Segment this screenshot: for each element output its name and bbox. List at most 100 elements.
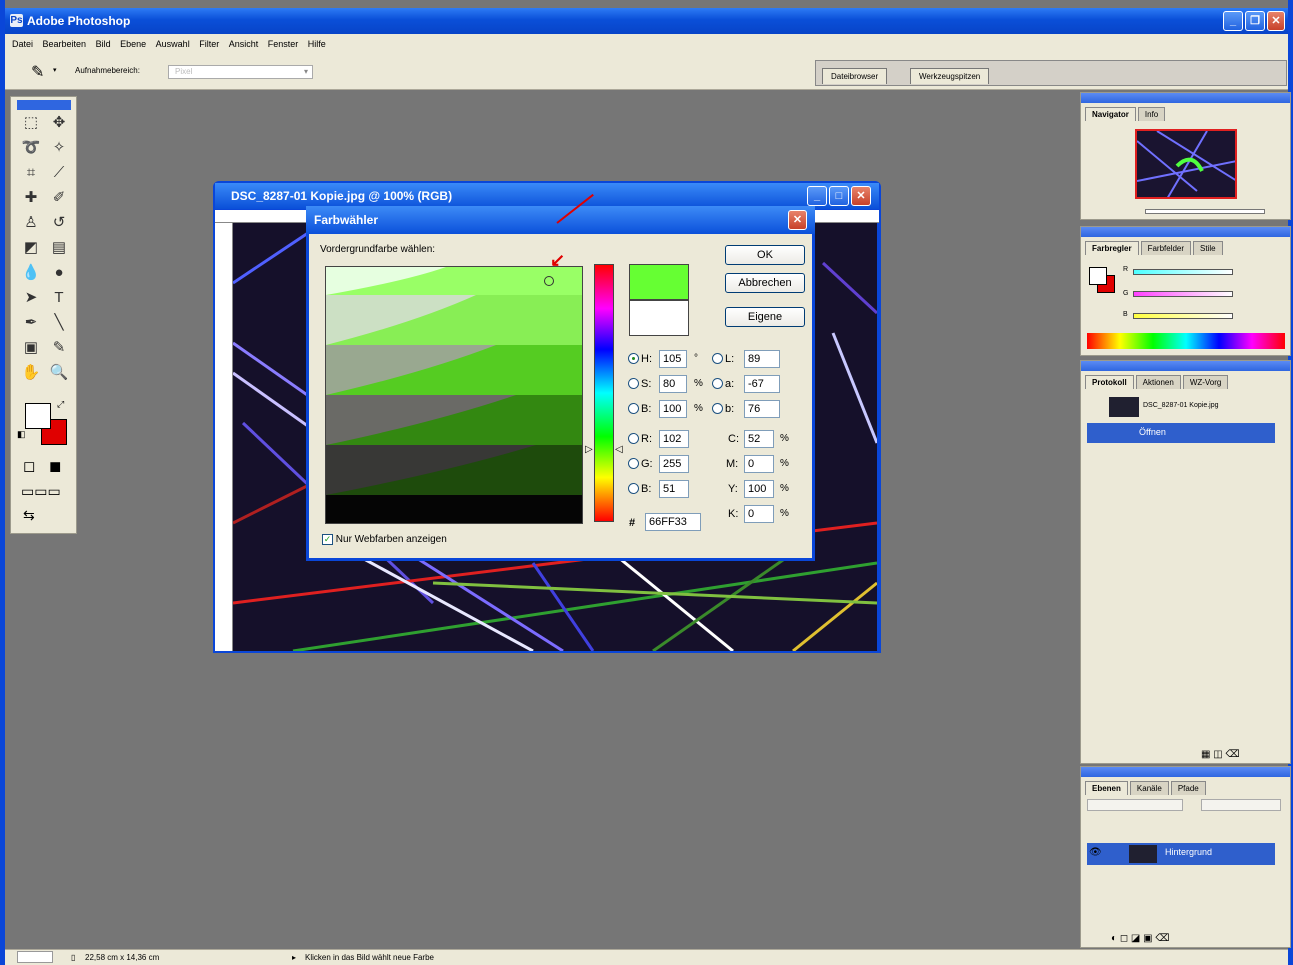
zoom-slider[interactable] xyxy=(1145,209,1265,214)
doc-close-icon[interactable]: ✕ xyxy=(851,186,871,206)
line-tool-icon[interactable]: ╲ xyxy=(45,311,73,335)
saturation-radio[interactable]: S: xyxy=(628,376,651,393)
hue-radio[interactable]: H: xyxy=(628,351,652,368)
lab-l-radio[interactable]: L: xyxy=(712,351,734,368)
sample-size-select[interactable]: Pixel ▾ xyxy=(168,65,313,79)
red-slider[interactable] xyxy=(1133,269,1233,275)
blend-mode-select[interactable] xyxy=(1087,799,1183,811)
tab-pfade[interactable]: Pfade xyxy=(1170,781,1206,795)
lab-l-radio-dot[interactable] xyxy=(712,353,723,364)
old-color-preview[interactable] xyxy=(629,300,689,336)
tab-dateibrowser[interactable]: Dateibrowser xyxy=(822,68,888,84)
black-input[interactable]: 0 xyxy=(744,505,774,523)
hex-input[interactable]: 66FF33 xyxy=(645,513,701,531)
menu-bild[interactable]: Bild xyxy=(96,39,111,49)
standard-mode-icon[interactable]: ◻ xyxy=(23,457,35,475)
lab-b-input[interactable]: 76 xyxy=(744,400,780,418)
eyedropper-tool-icon[interactable]: ✎ xyxy=(45,336,73,360)
opacity-field[interactable] xyxy=(1201,799,1281,811)
zoom-tool-icon[interactable]: 🔍 xyxy=(45,361,73,385)
color-field[interactable] xyxy=(325,266,583,524)
red-radio-dot[interactable] xyxy=(628,433,639,444)
healing-brush-tool-icon[interactable]: ✚ xyxy=(17,186,45,210)
menu-hilfe[interactable]: Hilfe xyxy=(308,39,326,49)
eraser-tool-icon[interactable]: ◩ xyxy=(17,236,45,260)
doc-minimize-icon[interactable]: _ xyxy=(807,186,827,206)
green-input[interactable]: 255 xyxy=(659,455,689,473)
lab-l-input[interactable]: 89 xyxy=(744,350,780,368)
saturation-input[interactable]: 80 xyxy=(659,375,687,393)
stamp-tool-icon[interactable]: ♙ xyxy=(17,211,45,235)
screen-modes-icon[interactable]: ▭▭▭ xyxy=(21,483,61,500)
foreground-color-swatch[interactable] xyxy=(25,403,51,429)
lasso-tool-icon[interactable]: ➰ xyxy=(17,136,45,160)
move-tool-icon[interactable]: ✥ xyxy=(45,111,73,135)
saturation-radio-dot[interactable] xyxy=(628,378,639,389)
yellow-input[interactable]: 100 xyxy=(744,480,774,498)
green-slider[interactable] xyxy=(1133,291,1233,297)
doc-maximize-icon[interactable]: □ xyxy=(829,186,849,206)
blue-radio-dot[interactable] xyxy=(628,483,639,494)
ok-button[interactable]: OK xyxy=(725,245,805,265)
menu-fenster[interactable]: Fenster xyxy=(268,39,299,49)
tab-stile[interactable]: Stile xyxy=(1193,241,1223,255)
menu-ansicht[interactable]: Ansicht xyxy=(229,39,259,49)
menu-auswahl[interactable]: Auswahl xyxy=(156,39,190,49)
cyan-input[interactable]: 52 xyxy=(744,430,774,448)
lab-b-radio-dot[interactable] xyxy=(712,403,723,414)
slice-tool-icon[interactable]: ⟋ xyxy=(45,161,73,185)
jump-to-imageready-icon[interactable]: ⇆ xyxy=(23,507,35,524)
checkbox-check-icon[interactable]: ✓ xyxy=(322,534,333,545)
lab-b-radio[interactable]: b: xyxy=(712,401,734,418)
marquee-tool-icon[interactable]: ⬚ xyxy=(17,111,45,135)
history-step-offnen[interactable]: Öffnen xyxy=(1087,423,1275,443)
cancel-button[interactable]: Abbrechen xyxy=(725,273,805,293)
menu-bearbeiten[interactable]: Bearbeiten xyxy=(43,39,87,49)
magenta-input[interactable]: 0 xyxy=(744,455,774,473)
navigator-thumbnail[interactable] xyxy=(1135,129,1237,199)
tab-aktionen[interactable]: Aktionen xyxy=(1135,375,1181,389)
color-spectrum-bar[interactable] xyxy=(1087,333,1285,349)
web-colors-checkbox[interactable]: ✓ Nur Webfarben anzeigen xyxy=(322,531,447,548)
tab-wz-vorg[interactable]: WZ-Vorg xyxy=(1182,375,1229,389)
magic-wand-tool-icon[interactable]: ✧ xyxy=(45,136,73,160)
tab-werkzeugspitzen[interactable]: Werkzeugspitzen xyxy=(910,68,990,84)
zoom-percentage-field[interactable] xyxy=(17,951,53,963)
restore-icon[interactable]: ❐ xyxy=(1245,11,1265,31)
tab-kanaele[interactable]: Kanäle xyxy=(1129,781,1169,795)
tab-info[interactable]: Info xyxy=(1137,107,1166,121)
brush-tool-icon[interactable]: ✐ xyxy=(45,186,73,210)
red-radio[interactable]: R: xyxy=(628,431,652,448)
red-input[interactable]: 102 xyxy=(659,430,689,448)
close-icon[interactable]: ✕ xyxy=(1267,11,1285,31)
blue-input[interactable]: 51 xyxy=(659,480,689,498)
hue-input[interactable]: 105 xyxy=(659,350,687,368)
history-new-doc-icon[interactable]: ▦ ◫ ⌫ xyxy=(1201,749,1240,760)
notes-tool-icon[interactable]: ▣ xyxy=(17,336,45,360)
crop-tool-icon[interactable]: ⌗ xyxy=(17,161,45,185)
brightness-radio-dot[interactable] xyxy=(628,403,639,414)
lab-a-input[interactable]: -67 xyxy=(744,375,780,393)
blur-tool-icon[interactable]: 💧 xyxy=(17,261,45,285)
text-tool-icon[interactable]: T xyxy=(45,286,73,310)
tool-preset-arrow-icon[interactable]: ▾ xyxy=(53,66,57,74)
gradient-tool-icon[interactable]: ▤ xyxy=(45,236,73,260)
hue-slider[interactable] xyxy=(594,264,614,522)
hand-tool-icon[interactable]: ✋ xyxy=(17,361,45,385)
color-field-cursor[interactable] xyxy=(544,276,554,286)
path-selection-tool-icon[interactable]: ➤ xyxy=(17,286,45,310)
hue-slider-right-marker[interactable]: ◁ xyxy=(615,444,623,455)
tab-navigator[interactable]: Navigator xyxy=(1085,107,1136,121)
dialog-close-icon[interactable]: ✕ xyxy=(788,210,807,230)
color-panel-fg-swatch[interactable] xyxy=(1089,267,1107,285)
menu-ebene[interactable]: Ebene xyxy=(120,39,146,49)
layer-visibility-eye-icon[interactable]: 👁 xyxy=(1089,847,1102,858)
eyedropper-icon[interactable]: ✎ xyxy=(31,62,44,82)
tab-ebenen[interactable]: Ebenen xyxy=(1085,781,1128,795)
swap-colors-icon[interactable]: ⤢ xyxy=(57,399,64,410)
green-radio-dot[interactable] xyxy=(628,458,639,469)
brightness-input[interactable]: 100 xyxy=(659,400,687,418)
pen-tool-icon[interactable]: ✒ xyxy=(17,311,45,335)
layer-row-hintergrund[interactable]: Hintergrund xyxy=(1087,843,1275,865)
tab-farbregler[interactable]: Farbregler xyxy=(1085,241,1139,255)
